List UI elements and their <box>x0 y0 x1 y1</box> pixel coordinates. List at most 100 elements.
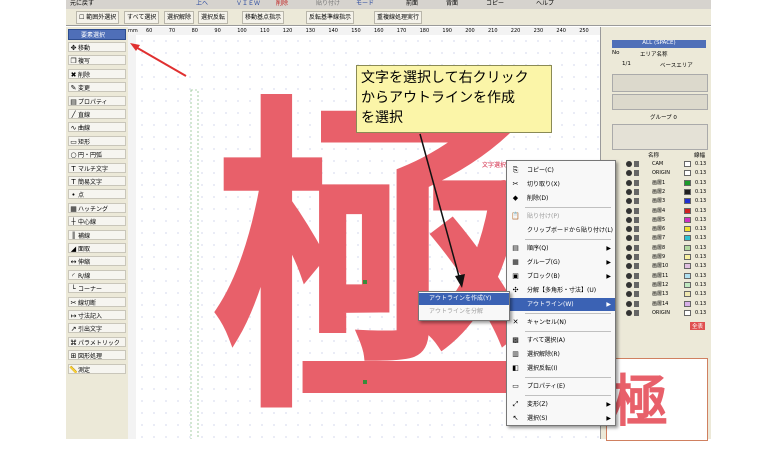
select-all-button[interactable]: すべて選択 <box>124 11 160 24</box>
create-outline-item[interactable]: アウトラインを作成(Y) <box>419 293 509 305</box>
toolbar-item-help[interactable]: ヘルプ <box>536 0 554 8</box>
tool-dimension-button[interactable]: ↦ 寸法記入 <box>68 310 126 320</box>
layer-row[interactable]: 画層6 0.13 <box>612 225 708 233</box>
layer-row[interactable]: 画層7 0.13 <box>612 234 708 242</box>
lock-icon[interactable] <box>634 309 639 316</box>
tool-property-button[interactable]: ▤プロパティ <box>68 95 126 106</box>
layer-row[interactable]: 画層4 0.13 <box>612 207 708 215</box>
eye-icon[interactable] <box>626 244 632 251</box>
context-menu-item[interactable]: ↖ 選択(S) ▶ <box>507 412 615 425</box>
context-menu-item[interactable]: ✣ 分解【多角形・寸法】(U) <box>507 284 615 297</box>
move-base-button[interactable]: 移動基点指示 <box>242 11 285 24</box>
layer-color-swatch[interactable] <box>684 300 691 307</box>
layer-color-swatch[interactable] <box>684 216 691 223</box>
eye-icon[interactable] <box>626 309 632 316</box>
eye-icon[interactable] <box>626 263 632 270</box>
eye-icon[interactable] <box>626 161 632 167</box>
tool-measure-button[interactable]: 📏測定 <box>68 363 126 374</box>
context-menu-item[interactable]: ⎘ コピー(C) <box>507 164 615 177</box>
layer-color-swatch[interactable] <box>684 254 691 260</box>
eye-icon[interactable] <box>626 226 632 233</box>
area-value[interactable]: 1/1 <box>622 61 631 67</box>
context-menu-item[interactable]: 📋 貼り付け(P) <box>507 210 615 223</box>
layer-color-swatch[interactable] <box>684 179 691 186</box>
lock-icon[interactable] <box>634 281 639 288</box>
tool-r-line-button[interactable]: ◜ R/線 <box>68 269 126 280</box>
panel-button-row[interactable] <box>612 74 708 92</box>
context-menu-item[interactable]: ▭ プロパティ(E) <box>507 380 615 393</box>
lock-icon[interactable] <box>634 207 639 214</box>
lock-icon[interactable] <box>634 235 639 242</box>
layer-line-width[interactable]: 0.13 <box>695 225 706 233</box>
layer-row[interactable]: 画層9 0.13 <box>612 253 708 261</box>
layer-color-swatch[interactable] <box>684 272 691 279</box>
reverse-base-button[interactable]: 反転基準線指示 <box>306 11 355 24</box>
layer-color-swatch[interactable] <box>684 244 691 251</box>
layer-line-width[interactable]: 0.13 <box>695 207 706 215</box>
eye-icon[interactable] <box>626 179 632 186</box>
toolbar-item-up[interactable]: 上へ <box>196 0 208 8</box>
layer-color-swatch[interactable] <box>684 198 691 205</box>
tool-center-line-button[interactable]: ┼ 中心線 <box>68 216 126 227</box>
duplicate-line-button[interactable]: 重複線処理実行 <box>374 11 423 24</box>
lock-icon[interactable] <box>634 263 639 270</box>
eye-icon[interactable] <box>626 254 632 260</box>
toolbar-item-view[interactable]: ＶＩＥＷ <box>236 0 260 8</box>
layer-row[interactable]: 画層5 0.13 <box>612 216 708 224</box>
toolbar-item-delete[interactable]: 削除 <box>276 0 288 8</box>
layer-row[interactable]: ORIGIN 0.13 <box>612 309 708 317</box>
context-menu-item[interactable]: ⤢ 変形(Z) ▶ <box>507 398 615 411</box>
layer-line-width[interactable]: 0.13 <box>695 262 706 270</box>
deselect-button[interactable]: 選択解除 <box>164 11 195 24</box>
tool-delete-button[interactable]: ✖ 削除 <box>68 68 126 79</box>
layer-color-swatch[interactable] <box>684 281 691 288</box>
toolbar-item-front[interactable]: 前面 <box>406 0 418 8</box>
lock-icon[interactable] <box>634 198 639 205</box>
context-menu-item[interactable]: アウトライン(W) ▶ <box>507 298 615 311</box>
layer-row[interactable]: 画層13 0.13 <box>612 290 708 298</box>
tool-hatch-button[interactable]: ▦ハッチング <box>68 202 126 213</box>
lock-icon[interactable] <box>634 291 639 298</box>
layer-row[interactable]: 画層1 0.13 <box>612 179 708 187</box>
undo-button[interactable]: 元に戻す <box>70 0 94 8</box>
tool-leader-text-button[interactable]: ↗ 引出文字 <box>68 323 126 334</box>
layer-line-width[interactable]: 0.13 <box>695 281 706 289</box>
range-select-checkbox[interactable]: ☐ 範囲外選択 <box>76 11 120 24</box>
context-menu-item[interactable]: ▩ すべて選択(A) <box>507 334 615 347</box>
layer-row[interactable]: ORIGIN 0.13 <box>612 169 708 177</box>
eye-icon[interactable] <box>626 188 632 195</box>
layer-color-swatch[interactable] <box>684 161 691 167</box>
group-value[interactable]: 0 <box>673 115 677 121</box>
toolbar-item-paste[interactable]: 貼り付け <box>316 0 340 8</box>
lock-icon[interactable] <box>634 272 639 279</box>
outline-character[interactable]: 極 <box>212 98 542 428</box>
lock-icon[interactable] <box>634 226 639 233</box>
toolbar-item-mode[interactable]: モード <box>356 0 374 8</box>
layer-row[interactable]: 画層3 0.13 <box>612 197 708 205</box>
footer-button[interactable]: 全表 <box>690 322 706 330</box>
panel-button-row-2[interactable] <box>612 94 708 110</box>
lock-icon[interactable] <box>634 216 639 223</box>
tool-stretch-button[interactable]: ↔ 伸縮 <box>68 256 126 267</box>
eye-icon[interactable] <box>626 300 632 307</box>
layer-color-swatch[interactable] <box>684 291 691 298</box>
layer-line-width[interactable]: 0.13 <box>695 300 706 308</box>
area-name[interactable]: ベースエリア <box>660 61 693 69</box>
eye-icon[interactable] <box>626 207 632 214</box>
layer-row[interactable]: 画層2 0.13 <box>612 188 708 196</box>
element-select-button[interactable]: 要素選択 <box>68 29 126 40</box>
context-menu-item[interactable]: ▦ グループ(G) ▶ <box>507 256 615 269</box>
context-menu-item[interactable]: ▤ 順序(Q) ▶ <box>507 242 615 255</box>
context-menu-item[interactable]: クリップボードから貼り付け(L) <box>507 224 615 237</box>
layer-line-width[interactable]: 0.13 <box>695 179 706 187</box>
tool-move-button[interactable]: ✥ 移動 <box>68 42 126 52</box>
context-menu-item[interactable]: ✂ 切り取り(X) <box>507 178 615 191</box>
tool-line-button[interactable]: ╱ 直線 <box>68 109 126 119</box>
layer-row[interactable]: 画層14 0.13 <box>612 300 708 308</box>
eye-icon[interactable] <box>626 216 632 223</box>
layer-color-swatch[interactable] <box>684 188 691 195</box>
layer-row[interactable]: 画層10 0.13 <box>612 262 708 270</box>
layer-row[interactable]: 画層12 0.13 <box>612 281 708 289</box>
context-menu-item[interactable]: ▥ 選択解除(R) <box>507 348 615 361</box>
eye-icon[interactable] <box>626 281 632 288</box>
